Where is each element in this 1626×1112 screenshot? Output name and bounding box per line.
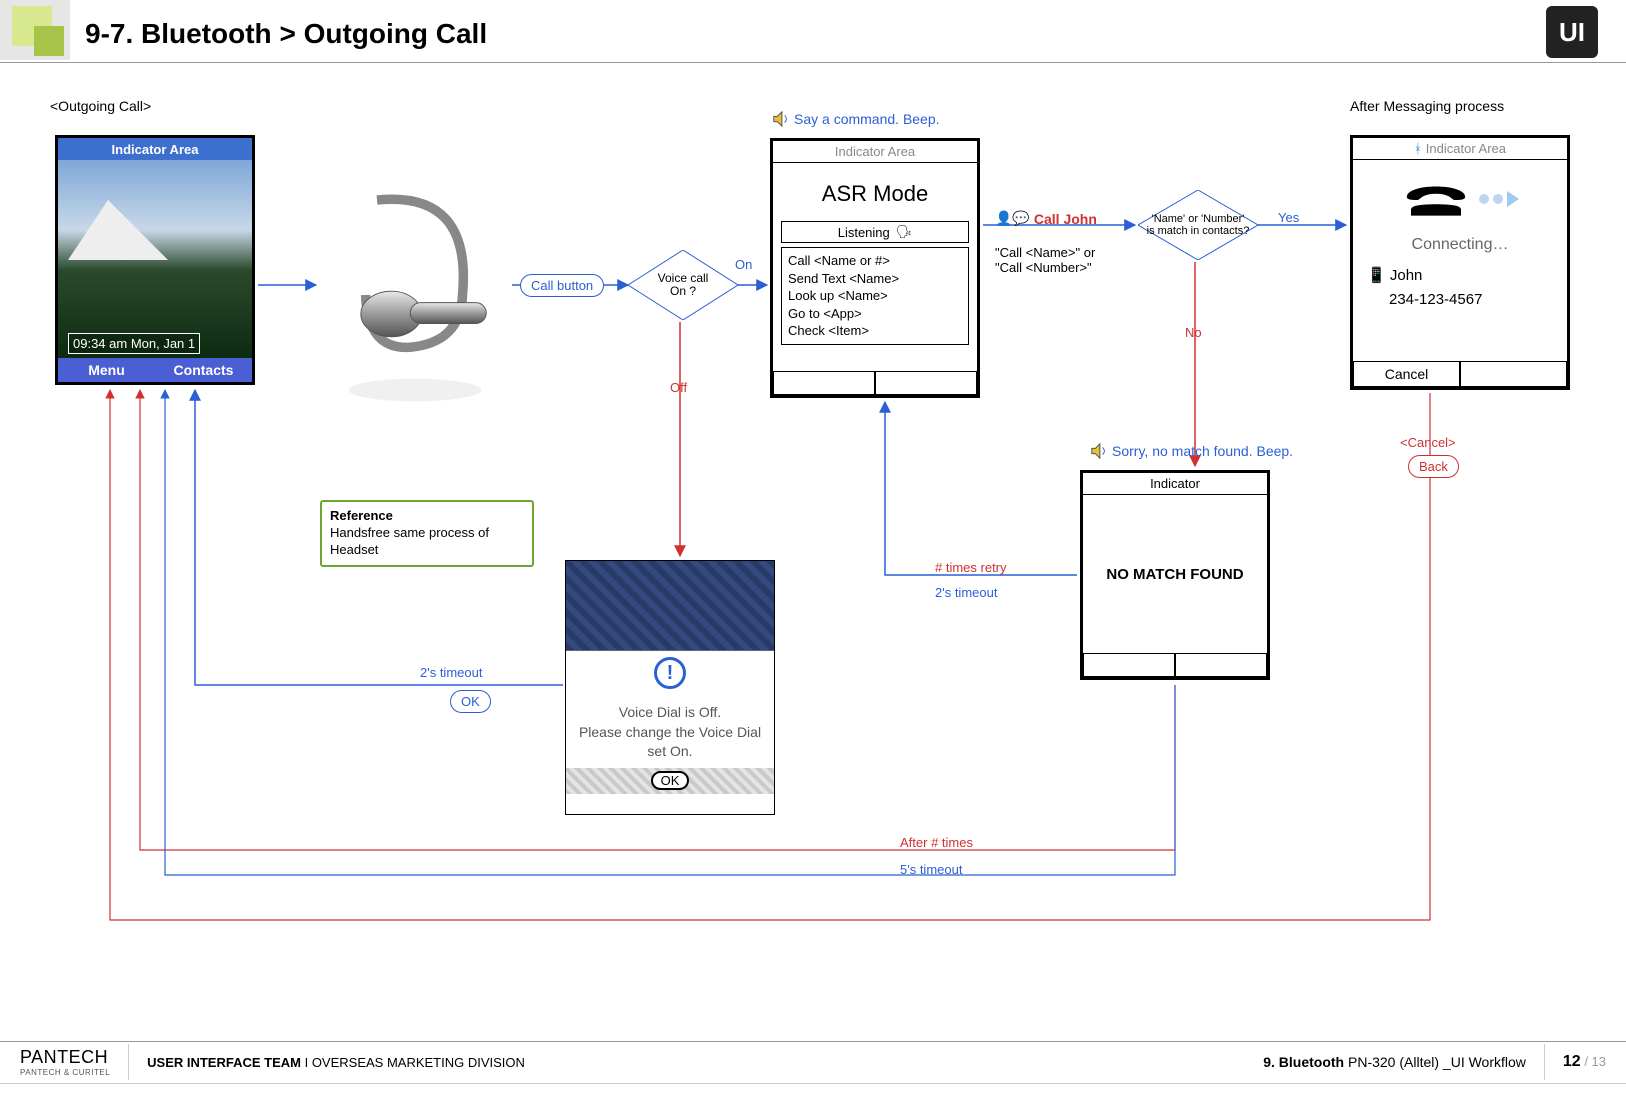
conn-name: 📱 John bbox=[1367, 264, 1553, 288]
softkey-contacts[interactable]: Contacts bbox=[155, 358, 252, 382]
home-softkeys: Menu Contacts bbox=[58, 358, 252, 382]
conn-number: 234-123-4567 bbox=[1367, 288, 1553, 312]
footer: PANTECH PANTECH & CURITEL USER INTERFACE… bbox=[0, 1042, 1626, 1082]
decision-match: 'Name' or 'Number' is match in contacts? bbox=[1138, 190, 1258, 260]
asr-screen: Indicator Area ASR Mode Listening 🗣 Call… bbox=[770, 138, 980, 398]
bluetooth-headset-image bbox=[320, 180, 510, 410]
footer-team: USER INTERFACE TEAM I OVERSEAS MARKETING… bbox=[147, 1055, 525, 1070]
branch-off: Off bbox=[670, 380, 687, 395]
conn-status: Connecting… bbox=[1353, 230, 1567, 264]
speaker-no-match: Sorry, no match found. Beep. bbox=[1090, 442, 1293, 460]
page-title: 9-7. Bluetooth > Outgoing Call bbox=[85, 18, 487, 50]
after-times-label: After # times bbox=[900, 835, 973, 850]
home-screen: Indicator Area 09:34 am Mon, Jan 1 Menu … bbox=[55, 135, 255, 385]
home-clock: 09:34 am Mon, Jan 1 bbox=[68, 333, 200, 354]
back-pill[interactable]: Back bbox=[1408, 455, 1459, 478]
brand-subtext: PANTECH & CURITEL bbox=[20, 1068, 110, 1077]
call-button-label: Call button bbox=[520, 274, 604, 297]
brand-logo: PANTECH bbox=[20, 1047, 110, 1068]
person-speak-icon: 👤💬 bbox=[995, 210, 1030, 227]
speaker-say-command: Say a command. Beep. bbox=[772, 110, 940, 128]
page-number: 12 / 13 bbox=[1563, 1053, 1606, 1071]
asr-hint: "Call <Name>" or "Call <Number>" bbox=[995, 245, 1095, 275]
voff-ok-button[interactable]: OK bbox=[651, 771, 690, 790]
asr-mode-title: ASR Mode bbox=[773, 163, 977, 221]
cancel-tag: <Cancel> bbox=[1400, 435, 1456, 450]
after-messaging-label: After Messaging process bbox=[1350, 98, 1504, 114]
footer-section: 9. Bluetooth PN-320 (Alltel) _UI Workflo… bbox=[1263, 1054, 1526, 1070]
diagram-stage: <Outgoing Call> After Messaging process … bbox=[30, 90, 1596, 1002]
voff-timeout-label: 2's timeout bbox=[420, 665, 482, 680]
phone-icon bbox=[1401, 174, 1471, 224]
softkey-menu[interactable]: Menu bbox=[58, 358, 155, 382]
asr-softkeys bbox=[773, 371, 977, 395]
bt-icon: ᚼ bbox=[1414, 141, 1422, 156]
progress-dots bbox=[1479, 191, 1519, 207]
user-voice-input: 👤💬 Call John bbox=[995, 210, 1097, 227]
alert-icon: ! bbox=[654, 657, 686, 689]
ui-logo: UI bbox=[1546, 6, 1598, 58]
title-underline bbox=[0, 62, 1626, 63]
retry-label: # times retry bbox=[935, 560, 1007, 575]
home-wallpaper: 09:34 am Mon, Jan 1 bbox=[58, 160, 252, 360]
no-match-screen: Indicator NO MATCH FOUND bbox=[1080, 470, 1270, 680]
outgoing-call-label: <Outgoing Call> bbox=[50, 98, 151, 114]
branch-yes: Yes bbox=[1278, 210, 1299, 225]
conn-indicator: ᚼ Indicator Area bbox=[1353, 138, 1567, 160]
decision-voice-call: Voice call On ? bbox=[628, 250, 738, 320]
branch-on: On bbox=[735, 257, 752, 272]
home-indicator: Indicator Area bbox=[58, 138, 252, 160]
nomatch-indicator: Indicator bbox=[1083, 473, 1267, 495]
branch-no: No bbox=[1185, 325, 1202, 340]
cancel-button[interactable]: Cancel bbox=[1353, 361, 1460, 387]
reference-note: Reference Handsfree same process of Head… bbox=[320, 500, 534, 567]
asr-indicator: Indicator Area bbox=[773, 141, 977, 163]
nomatch-body: NO MATCH FOUND bbox=[1083, 495, 1267, 653]
asr-listening-bar: Listening 🗣 bbox=[781, 221, 969, 243]
corner-decor bbox=[0, 0, 70, 60]
asr-commands: Call <Name or #> Send Text <Name> Look u… bbox=[781, 247, 969, 345]
connecting-screen: ᚼ Indicator Area Connecting… 📱 John 234-… bbox=[1350, 135, 1570, 390]
footer-rule-2 bbox=[0, 1083, 1626, 1084]
voice-icon: 🗣 bbox=[896, 224, 913, 240]
ok-pill[interactable]: OK bbox=[450, 690, 491, 713]
five-timeout-label: 5's timeout bbox=[900, 862, 962, 877]
retry-timeout: 2's timeout bbox=[935, 585, 997, 600]
voice-dial-off-screen: ! Voice Dial is Off. Please change the V… bbox=[565, 560, 775, 815]
